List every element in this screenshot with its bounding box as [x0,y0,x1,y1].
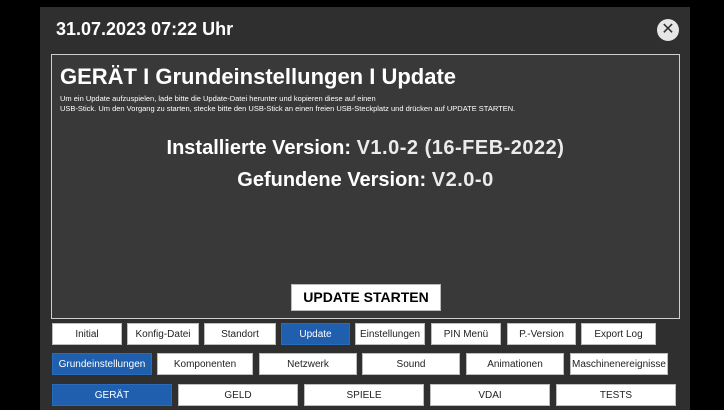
datetime: 31.07.2023 07:22 Uhr [56,19,234,39]
update-start-button[interactable]: UPDATE STARTEN [291,284,441,311]
tab-update[interactable]: Update [281,323,350,345]
panel-title: GERÄT I Grundeinstellungen I Update [60,64,457,89]
found-version-label: Gefundene Version: [237,169,427,191]
tab-pin-menu[interactable]: PIN Menü [431,323,501,345]
installed-version-label: Installierte Version: [166,137,352,159]
description-line-1: Um ein Update aufzuspielen, lade bitte d… [60,94,376,103]
tab-initial[interactable]: Initial [52,323,122,345]
tab-export-log[interactable]: Export Log [581,323,656,345]
tab-sound[interactable]: Sound [362,353,460,375]
tab-geraet[interactable]: GERÄT [52,384,172,406]
tab-p-version[interactable]: P.-Version [507,323,576,345]
tab-netzwerk[interactable]: Netzwerk [259,353,357,375]
tab-standort[interactable]: Standort [204,323,276,345]
update-panel: GERÄT I Grundeinstellungen I Update Um e… [51,54,680,319]
installed-version: Installierte Version: V1.0-2 (16-FEB-202… [52,137,679,160]
description-line-2: USB-Stick. Um den Vorgang zu starten, st… [60,104,516,113]
close-icon[interactable]: ✕ [657,19,679,41]
tab-vdai[interactable]: VDAI [430,384,550,406]
tab-geld[interactable]: GELD [178,384,298,406]
found-version-value: V2.0-0 [431,169,494,191]
tab-einstellungen[interactable]: Einstellungen [355,323,425,345]
tab-maschinenereignisse[interactable]: Maschinenereignisse [570,353,668,375]
found-version: Gefundene Version: V2.0-0 [52,169,679,192]
tab-grundeinstellungen[interactable]: Grundeinstellungen [52,353,152,375]
tab-konfig-datei[interactable]: Konfig-Datei [127,323,199,345]
tab-tests[interactable]: TESTS [556,384,676,406]
panel-description: Um ein Update aufzuspielen, lade bitte d… [60,94,680,114]
tab-spiele[interactable]: SPIELE [304,384,424,406]
tab-animationen[interactable]: Animationen [466,353,564,375]
device-screen: 31.07.2023 07:22 Uhr ✕ GERÄT I Grundeins… [40,7,690,410]
tab-komponenten[interactable]: Komponenten [157,353,253,375]
installed-version-value: V1.0-2 (16-FEB-2022) [356,137,565,159]
